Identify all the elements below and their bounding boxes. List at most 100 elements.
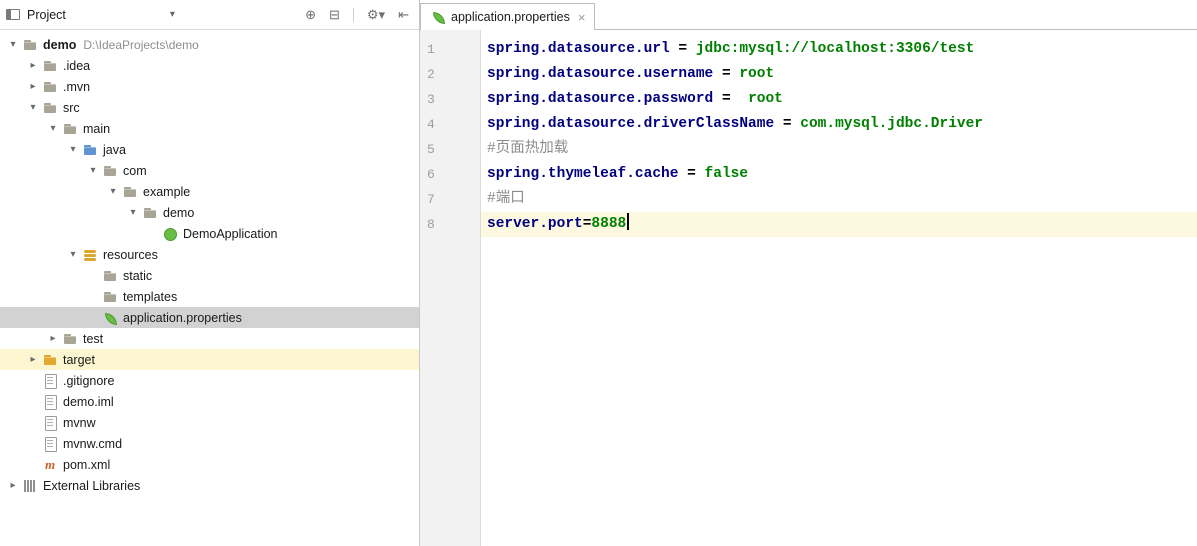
line-number[interactable]: 8 bbox=[420, 212, 480, 237]
properties-file-icon bbox=[430, 9, 446, 25]
tree-item-resources[interactable]: ▾ resources bbox=[0, 244, 419, 265]
folder-icon bbox=[42, 100, 58, 116]
tree-item-label: mvnw.cmd bbox=[63, 436, 123, 451]
tree-item-demo-iml[interactable]: demo.iml bbox=[0, 391, 419, 412]
code-val: 8888 bbox=[591, 216, 627, 232]
tree-item-demo[interactable]: ▾ demo bbox=[0, 202, 419, 223]
code-key: spring.datasource.password bbox=[487, 91, 714, 107]
tree-item-static[interactable]: static bbox=[0, 265, 419, 286]
chevron-expanded-icon[interactable]: ▾ bbox=[4, 39, 22, 50]
tree-item-templates[interactable]: templates bbox=[0, 286, 419, 307]
chevron-expanded-icon[interactable]: ▾ bbox=[64, 249, 82, 260]
editor-body: 12345678 spring.datasource.url = jdbc:my… bbox=[420, 30, 1197, 546]
project-dropdown-icon[interactable]: ▾ bbox=[170, 9, 175, 20]
spring-class-icon bbox=[162, 226, 178, 242]
tree-item-external-libraries[interactable]: ▸ External Libraries bbox=[0, 475, 419, 496]
line-number[interactable]: 6 bbox=[420, 162, 480, 187]
tree-item-label: main bbox=[83, 121, 111, 136]
tree-item-com[interactable]: ▾ com bbox=[0, 160, 419, 181]
project-toolwindow-icon[interactable] bbox=[6, 9, 20, 20]
line-number[interactable]: 3 bbox=[420, 87, 480, 112]
tree-item-label: External Libraries bbox=[43, 478, 141, 493]
folder-icon bbox=[62, 121, 78, 137]
tree-item-label: resources bbox=[103, 247, 158, 262]
folder-icon bbox=[62, 331, 78, 347]
code-line-2[interactable]: spring.datasource.username = root bbox=[481, 62, 1197, 87]
hide-panel-icon[interactable]: ⇤ bbox=[398, 7, 409, 23]
line-number[interactable]: 7 bbox=[420, 187, 480, 212]
tree-item-demo[interactable]: ▾ demo D:\IdeaProjects\demo bbox=[0, 34, 419, 55]
line-number[interactable]: 1 bbox=[420, 37, 480, 62]
tree-item-pom-xml[interactable]: m pom.xml bbox=[0, 454, 419, 475]
tree-item-gitignore[interactable]: .gitignore bbox=[0, 370, 419, 391]
line-number[interactable]: 4 bbox=[420, 112, 480, 137]
code-line-3[interactable]: spring.datasource.password = root bbox=[481, 87, 1197, 112]
chevron-collapsed-icon[interactable]: ▸ bbox=[24, 354, 42, 365]
tree-item-main[interactable]: ▾ main bbox=[0, 118, 419, 139]
code-line-8[interactable]: server.port=8888 bbox=[481, 212, 1197, 237]
tab-label: application.properties bbox=[451, 10, 570, 24]
chevron-expanded-icon[interactable]: ▾ bbox=[44, 123, 62, 134]
libraries-icon bbox=[22, 478, 38, 494]
code-line-7[interactable]: #端口 bbox=[481, 187, 1197, 212]
maven-icon: m bbox=[44, 456, 56, 472]
code-line-1[interactable]: spring.datasource.url = jdbc:mysql://loc… bbox=[481, 37, 1197, 62]
folder-icon bbox=[42, 58, 58, 74]
code-line-6[interactable]: spring.thymeleaf.cache = false bbox=[481, 162, 1197, 187]
tree-item-mvnw[interactable]: mvnw bbox=[0, 412, 419, 433]
tree-item-label: pom.xml bbox=[63, 457, 111, 472]
chevron-expanded-icon[interactable]: ▾ bbox=[24, 102, 42, 113]
ide-window: Project ▾ ⊕ ⊟ ⚙▾ ⇤ ▾ demo D:\IdeaProjects\dem… bbox=[0, 0, 1197, 546]
tree-item-mvnw-cmd[interactable]: mvnw.cmd bbox=[0, 433, 419, 454]
code-key: spring.datasource.username bbox=[487, 66, 714, 82]
tree-item-application-properties[interactable]: application.properties bbox=[0, 307, 419, 328]
folder-excluded-icon bbox=[42, 352, 58, 368]
tab-close-icon[interactable]: × bbox=[578, 11, 586, 24]
tree-item-test[interactable]: ▸ test bbox=[0, 328, 419, 349]
chevron-expanded-icon[interactable]: ▾ bbox=[64, 144, 82, 155]
code-line-5[interactable]: #页面热加载 bbox=[481, 137, 1197, 162]
project-panel-title[interactable]: Project bbox=[27, 8, 66, 22]
chevron-expanded-icon[interactable]: ▾ bbox=[104, 186, 122, 197]
tree-item-label: test bbox=[83, 331, 104, 346]
tree-item-idea[interactable]: ▸ .idea bbox=[0, 55, 419, 76]
chevron-expanded-icon[interactable]: ▾ bbox=[84, 165, 102, 176]
tree-item-java[interactable]: ▾ java bbox=[0, 139, 419, 160]
chevron-expanded-icon[interactable]: ▾ bbox=[124, 207, 142, 218]
code-op: = bbox=[713, 66, 740, 82]
tree-item-demoapplication[interactable]: DemoApplication bbox=[0, 223, 419, 244]
tree-item-label: DemoApplication bbox=[183, 226, 278, 241]
chevron-collapsed-icon[interactable]: ▸ bbox=[44, 333, 62, 344]
chevron-collapsed-icon[interactable]: ▸ bbox=[4, 480, 22, 491]
project-panel-header: Project ▾ ⊕ ⊟ ⚙▾ ⇤ bbox=[0, 0, 419, 30]
locate-icon[interactable]: ⊕ bbox=[305, 7, 316, 23]
collapse-all-icon[interactable]: ⊟ bbox=[329, 7, 340, 23]
code-key: spring.thymeleaf.cache bbox=[487, 166, 679, 182]
code-op: = bbox=[713, 91, 749, 107]
code-line-4[interactable]: spring.datasource.driverClassName = com.… bbox=[481, 112, 1197, 137]
chevron-collapsed-icon[interactable]: ▸ bbox=[24, 81, 42, 92]
tree-item-mvn[interactable]: ▸ .mvn bbox=[0, 76, 419, 97]
line-number[interactable]: 2 bbox=[420, 62, 480, 87]
tree-item-src[interactable]: ▾ src bbox=[0, 97, 419, 118]
tab-application-properties[interactable]: application.properties × bbox=[420, 3, 596, 30]
code-area[interactable]: spring.datasource.url = jdbc:mysql://loc… bbox=[481, 30, 1197, 546]
settings-gear-icon[interactable]: ⚙▾ bbox=[367, 7, 385, 23]
line-number[interactable]: 5 bbox=[420, 137, 480, 162]
editor-panel: application.properties × 12345678 spring… bbox=[420, 0, 1197, 546]
file-icon bbox=[42, 436, 58, 452]
tree-item-target[interactable]: ▸ target bbox=[0, 349, 419, 370]
tree-item-example[interactable]: ▾ example bbox=[0, 181, 419, 202]
code-comment: #页面热加载 bbox=[487, 141, 569, 157]
chevron-collapsed-icon[interactable]: ▸ bbox=[24, 60, 42, 71]
tree-item-label: static bbox=[123, 268, 153, 283]
